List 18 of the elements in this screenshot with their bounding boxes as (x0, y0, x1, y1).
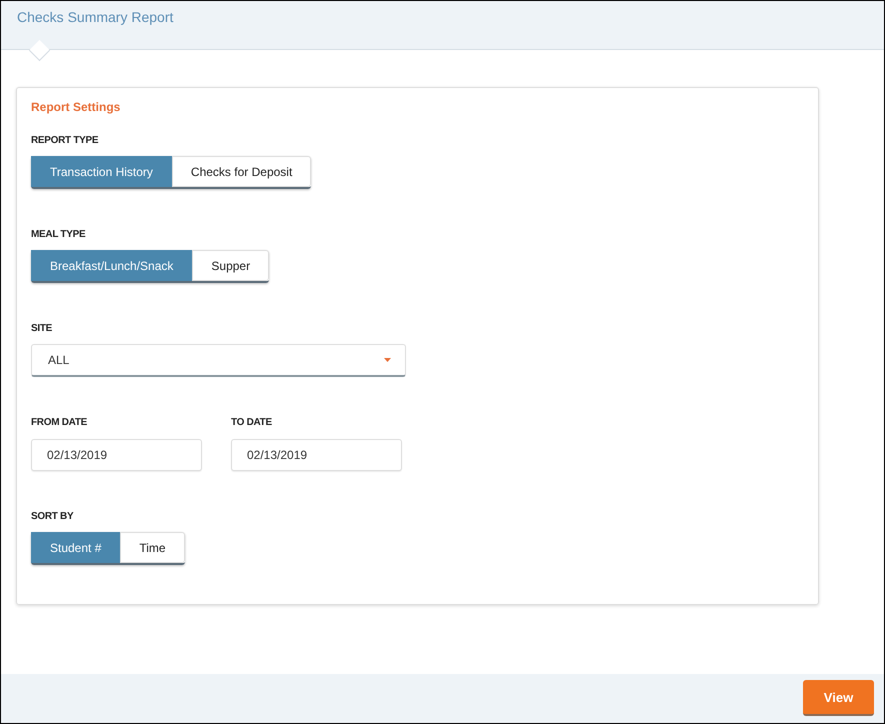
field-label: REPORT TYPE (31, 135, 100, 146)
field-label: MEAL TYPE (31, 229, 86, 240)
toggle-option[interactable]: Time (120, 532, 185, 563)
toggle-option[interactable]: Breakfast/Lunch/Snack (31, 250, 192, 281)
date-field[interactable]: 02/13/2019 (231, 439, 402, 471)
field-label: SITE (31, 323, 54, 334)
field-label: SORT BY (31, 511, 74, 522)
field-label: TO DATE (231, 417, 273, 429)
date-field[interactable]: 02/13/2019 (31, 439, 202, 471)
page-title: Checks Summary Report (17, 9, 174, 25)
toggle-option[interactable]: Student # (31, 532, 120, 563)
site-dropdown[interactable]: ALL (31, 344, 406, 377)
field-label: FROM DATE (31, 417, 88, 429)
toggle-option[interactable]: Checks for Deposit (172, 156, 312, 187)
card-title: Report Settings (31, 100, 122, 114)
toggle-option[interactable]: Transaction History (31, 156, 172, 187)
toggle-option[interactable]: Supper (192, 250, 270, 281)
caret-icon (384, 358, 391, 362)
